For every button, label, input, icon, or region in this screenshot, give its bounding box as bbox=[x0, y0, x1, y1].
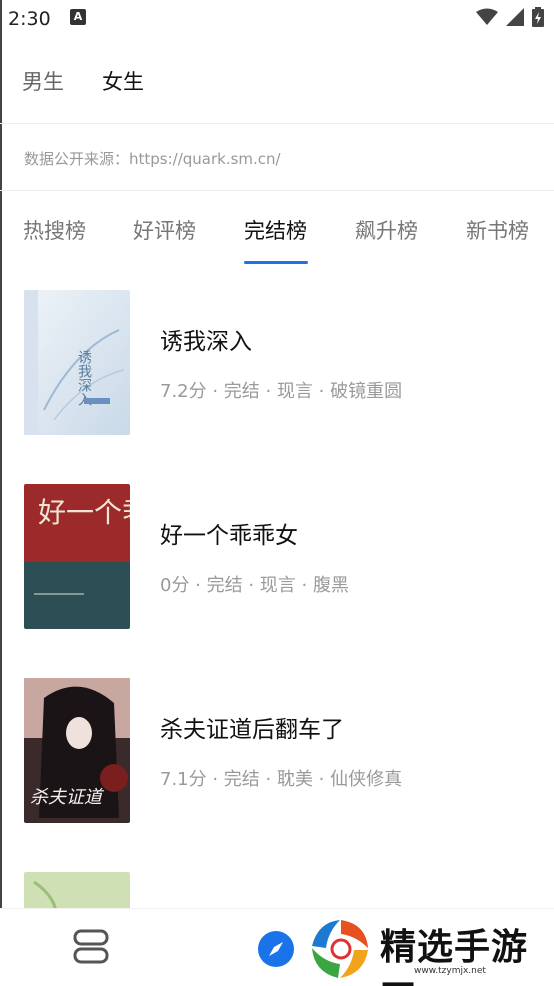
bookshelf-icon[interactable] bbox=[72, 929, 110, 969]
signal-icon bbox=[506, 8, 524, 26]
book-cover[interactable]: 杀夫证道 bbox=[24, 678, 130, 823]
status-bar: 2:30 A bbox=[0, 0, 554, 40]
notification-icon: A bbox=[70, 9, 86, 25]
gender-tabs: 男生 女生 bbox=[0, 52, 554, 110]
divider bbox=[0, 190, 554, 191]
cover-image: 诱我深入 bbox=[24, 290, 130, 435]
wifi-icon bbox=[476, 8, 498, 25]
battery-icon bbox=[532, 7, 544, 27]
tab-female[interactable]: 女生 bbox=[102, 66, 144, 96]
book-meta: 7.1分 · 完结 · 耽美 · 仙侠修真 bbox=[160, 769, 403, 790]
compass-icon[interactable] bbox=[258, 931, 294, 967]
divider bbox=[0, 123, 554, 124]
book-title: 诱我深入 bbox=[160, 329, 252, 355]
list-item[interactable]: 好一个乖乖女 好一个乖乖女 0分 · 完结 · 现言 · 腹黑 bbox=[0, 484, 554, 634]
tab-rising[interactable]: 飙升榜 bbox=[355, 215, 418, 245]
tab-completed[interactable]: 完结榜 bbox=[244, 215, 307, 245]
status-icons bbox=[476, 7, 544, 27]
book-cover[interactable]: 好一个乖乖女 bbox=[24, 484, 130, 629]
book-title: 杀夫证道后翻车了 bbox=[160, 717, 344, 743]
cover-image: 杀夫证道 bbox=[24, 678, 130, 823]
tab-new-books[interactable]: 新书榜 bbox=[466, 215, 529, 245]
book-title: 好一个乖乖女 bbox=[160, 523, 298, 549]
data-source-note: 数据公开来源：https://quark.sm.cn/ bbox=[24, 150, 281, 168]
tab-male[interactable]: 男生 bbox=[22, 66, 64, 96]
rank-tabs: 热搜榜 好评榜 完结榜 飙升榜 新书榜 bbox=[0, 195, 554, 267]
cover-title-text: 杀夫证道 bbox=[30, 787, 105, 808]
book-cover[interactable]: 诱我深入 bbox=[24, 290, 130, 435]
watermark-url: www.tzymjx.net bbox=[414, 966, 486, 976]
status-time: 2:30 bbox=[8, 8, 51, 30]
book-meta: 0分 · 完结 · 现言 · 腹黑 bbox=[160, 575, 349, 596]
cover-title-text: 好一个乖乖女 bbox=[38, 496, 130, 529]
list-item[interactable]: 诱我深入 诱我深入 7.2分 · 完结 · 现言 · 破镜重圆 bbox=[0, 290, 554, 440]
cover-title-text: 诱我深入 bbox=[76, 350, 92, 406]
watermark-logo-icon bbox=[312, 920, 368, 978]
list-item[interactable]: 杀夫证道 杀夫证道后翻车了 7.1分 · 完结 · 耽美 · 仙侠修真 bbox=[0, 678, 554, 828]
tab-top-rated[interactable]: 好评榜 bbox=[133, 215, 196, 245]
book-meta: 7.2分 · 完结 · 现言 · 破镜重圆 bbox=[160, 381, 403, 402]
cover-image: 好一个乖乖女 bbox=[24, 484, 130, 629]
active-tab-indicator bbox=[244, 261, 308, 264]
watermark: 精选手游网 www.tzymjx.net bbox=[306, 912, 554, 986]
tab-hot-search[interactable]: 热搜榜 bbox=[23, 215, 86, 245]
